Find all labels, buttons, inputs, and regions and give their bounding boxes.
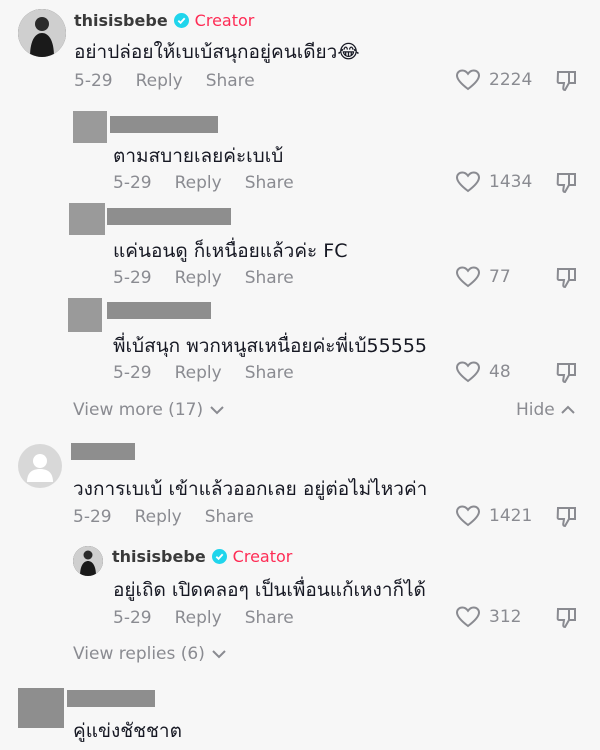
like-button[interactable]: 312 [455, 605, 521, 629]
creator-tag: Creator [194, 11, 255, 30]
like-button[interactable]: 2224 [455, 68, 532, 92]
like-count: 1434 [489, 172, 533, 192]
creator-avatar[interactable] [18, 9, 66, 57]
dislike-icon[interactable] [555, 69, 579, 93]
creator-username[interactable]: thisisbebe [74, 11, 168, 30]
heart-icon [455, 505, 481, 527]
hide-button[interactable]: Hide [516, 400, 576, 420]
reply-button[interactable]: Reply [136, 71, 183, 91]
redacted-username [110, 116, 218, 133]
redacted-username [67, 690, 155, 707]
creator-username[interactable]: thisisbebe [112, 547, 206, 566]
reply-date: 5-29 [113, 608, 152, 628]
like-count: 1421 [489, 506, 533, 526]
reply-text: แค่นอนดู ก็เหนื่อยแล้วค่ะ FC [113, 240, 348, 262]
default-avatar[interactable] [18, 444, 62, 488]
reply-button[interactable]: Reply [175, 173, 222, 193]
share-button[interactable]: Share [245, 608, 294, 628]
dislike-icon[interactable] [555, 505, 579, 529]
like-button[interactable]: 48 [455, 360, 511, 384]
comment-date: 5-29 [73, 507, 112, 527]
redacted-username [107, 302, 211, 319]
heart-icon [455, 361, 481, 383]
reply-avatar[interactable] [73, 111, 107, 143]
reply-date: 5-29 [113, 268, 152, 288]
like-count: 2224 [489, 70, 533, 90]
redacted-username [107, 208, 231, 225]
view-more-button[interactable]: View more (17) [73, 400, 225, 420]
like-button[interactable]: 77 [455, 265, 511, 289]
share-button[interactable]: Share [245, 363, 294, 383]
heart-icon [455, 69, 481, 91]
reply-button[interactable]: Reply [175, 363, 222, 383]
reply-avatar[interactable] [69, 203, 105, 235]
reply-button[interactable]: Reply [175, 608, 222, 628]
share-button[interactable]: Share [245, 268, 294, 288]
dislike-icon[interactable] [555, 266, 579, 290]
reply-date: 5-29 [113, 173, 152, 193]
creator-avatar[interactable] [73, 546, 103, 576]
heart-icon [455, 171, 481, 193]
verified-badge-icon [211, 549, 227, 564]
comment-text: คู่แข่งชัชชาต [73, 720, 182, 742]
view-more-label: View more (17) [73, 400, 204, 420]
reply-avatar[interactable] [68, 298, 102, 332]
hide-label: Hide [516, 400, 555, 420]
creator-tag: Creator [232, 547, 293, 566]
reply-button[interactable]: Reply [135, 507, 182, 527]
redacted-avatar[interactable] [18, 688, 64, 728]
reply-date: 5-29 [113, 363, 152, 383]
view-replies-label: View replies (6) [73, 644, 205, 664]
heart-icon [455, 266, 481, 288]
chevron-down-icon [212, 650, 226, 659]
comment-text: วงการเบเบ้ เข้าแล้วออกเลย อยู่ต่อไม่ไหวค… [73, 478, 428, 500]
like-count: 312 [489, 607, 522, 627]
share-button[interactable]: Share [205, 507, 254, 527]
reply-text: ตามสบายเลยค่ะเบเบ้ [113, 145, 284, 167]
verified-badge-icon [173, 13, 189, 28]
like-button[interactable]: 1421 [455, 504, 532, 528]
dislike-icon[interactable] [555, 171, 579, 195]
reply-text: พี่เบ้สนุก พวกหนูสเหนื่อยค่ะพี่เบ้55555 [113, 335, 428, 357]
dislike-icon[interactable] [555, 361, 579, 385]
heart-icon [455, 606, 481, 628]
redacted-username [71, 443, 135, 460]
share-button[interactable]: Share [206, 71, 255, 91]
person-photo-icon [73, 546, 103, 576]
view-replies-button[interactable]: View replies (6) [73, 644, 227, 664]
share-button[interactable]: Share [245, 173, 294, 193]
person-placeholder-icon [27, 454, 53, 482]
comment-date: 5-29 [74, 71, 113, 91]
reply-button[interactable]: Reply [175, 268, 222, 288]
like-count: 77 [489, 267, 511, 287]
like-count: 48 [489, 362, 511, 382]
dislike-icon[interactable] [555, 606, 579, 630]
reply-text: อยู่เถิด เปิดคลอๆ เป็นเพื่อนแก้เหงาก็ได้ [113, 579, 426, 601]
person-photo-icon [18, 9, 66, 57]
comment-text: อย่าปล่อยให้เบเบ้สนุกอยู่คนเดียว😂 [74, 41, 360, 63]
like-button[interactable]: 1434 [455, 170, 532, 194]
chevron-up-icon [561, 405, 575, 414]
chevron-down-icon [210, 406, 224, 415]
